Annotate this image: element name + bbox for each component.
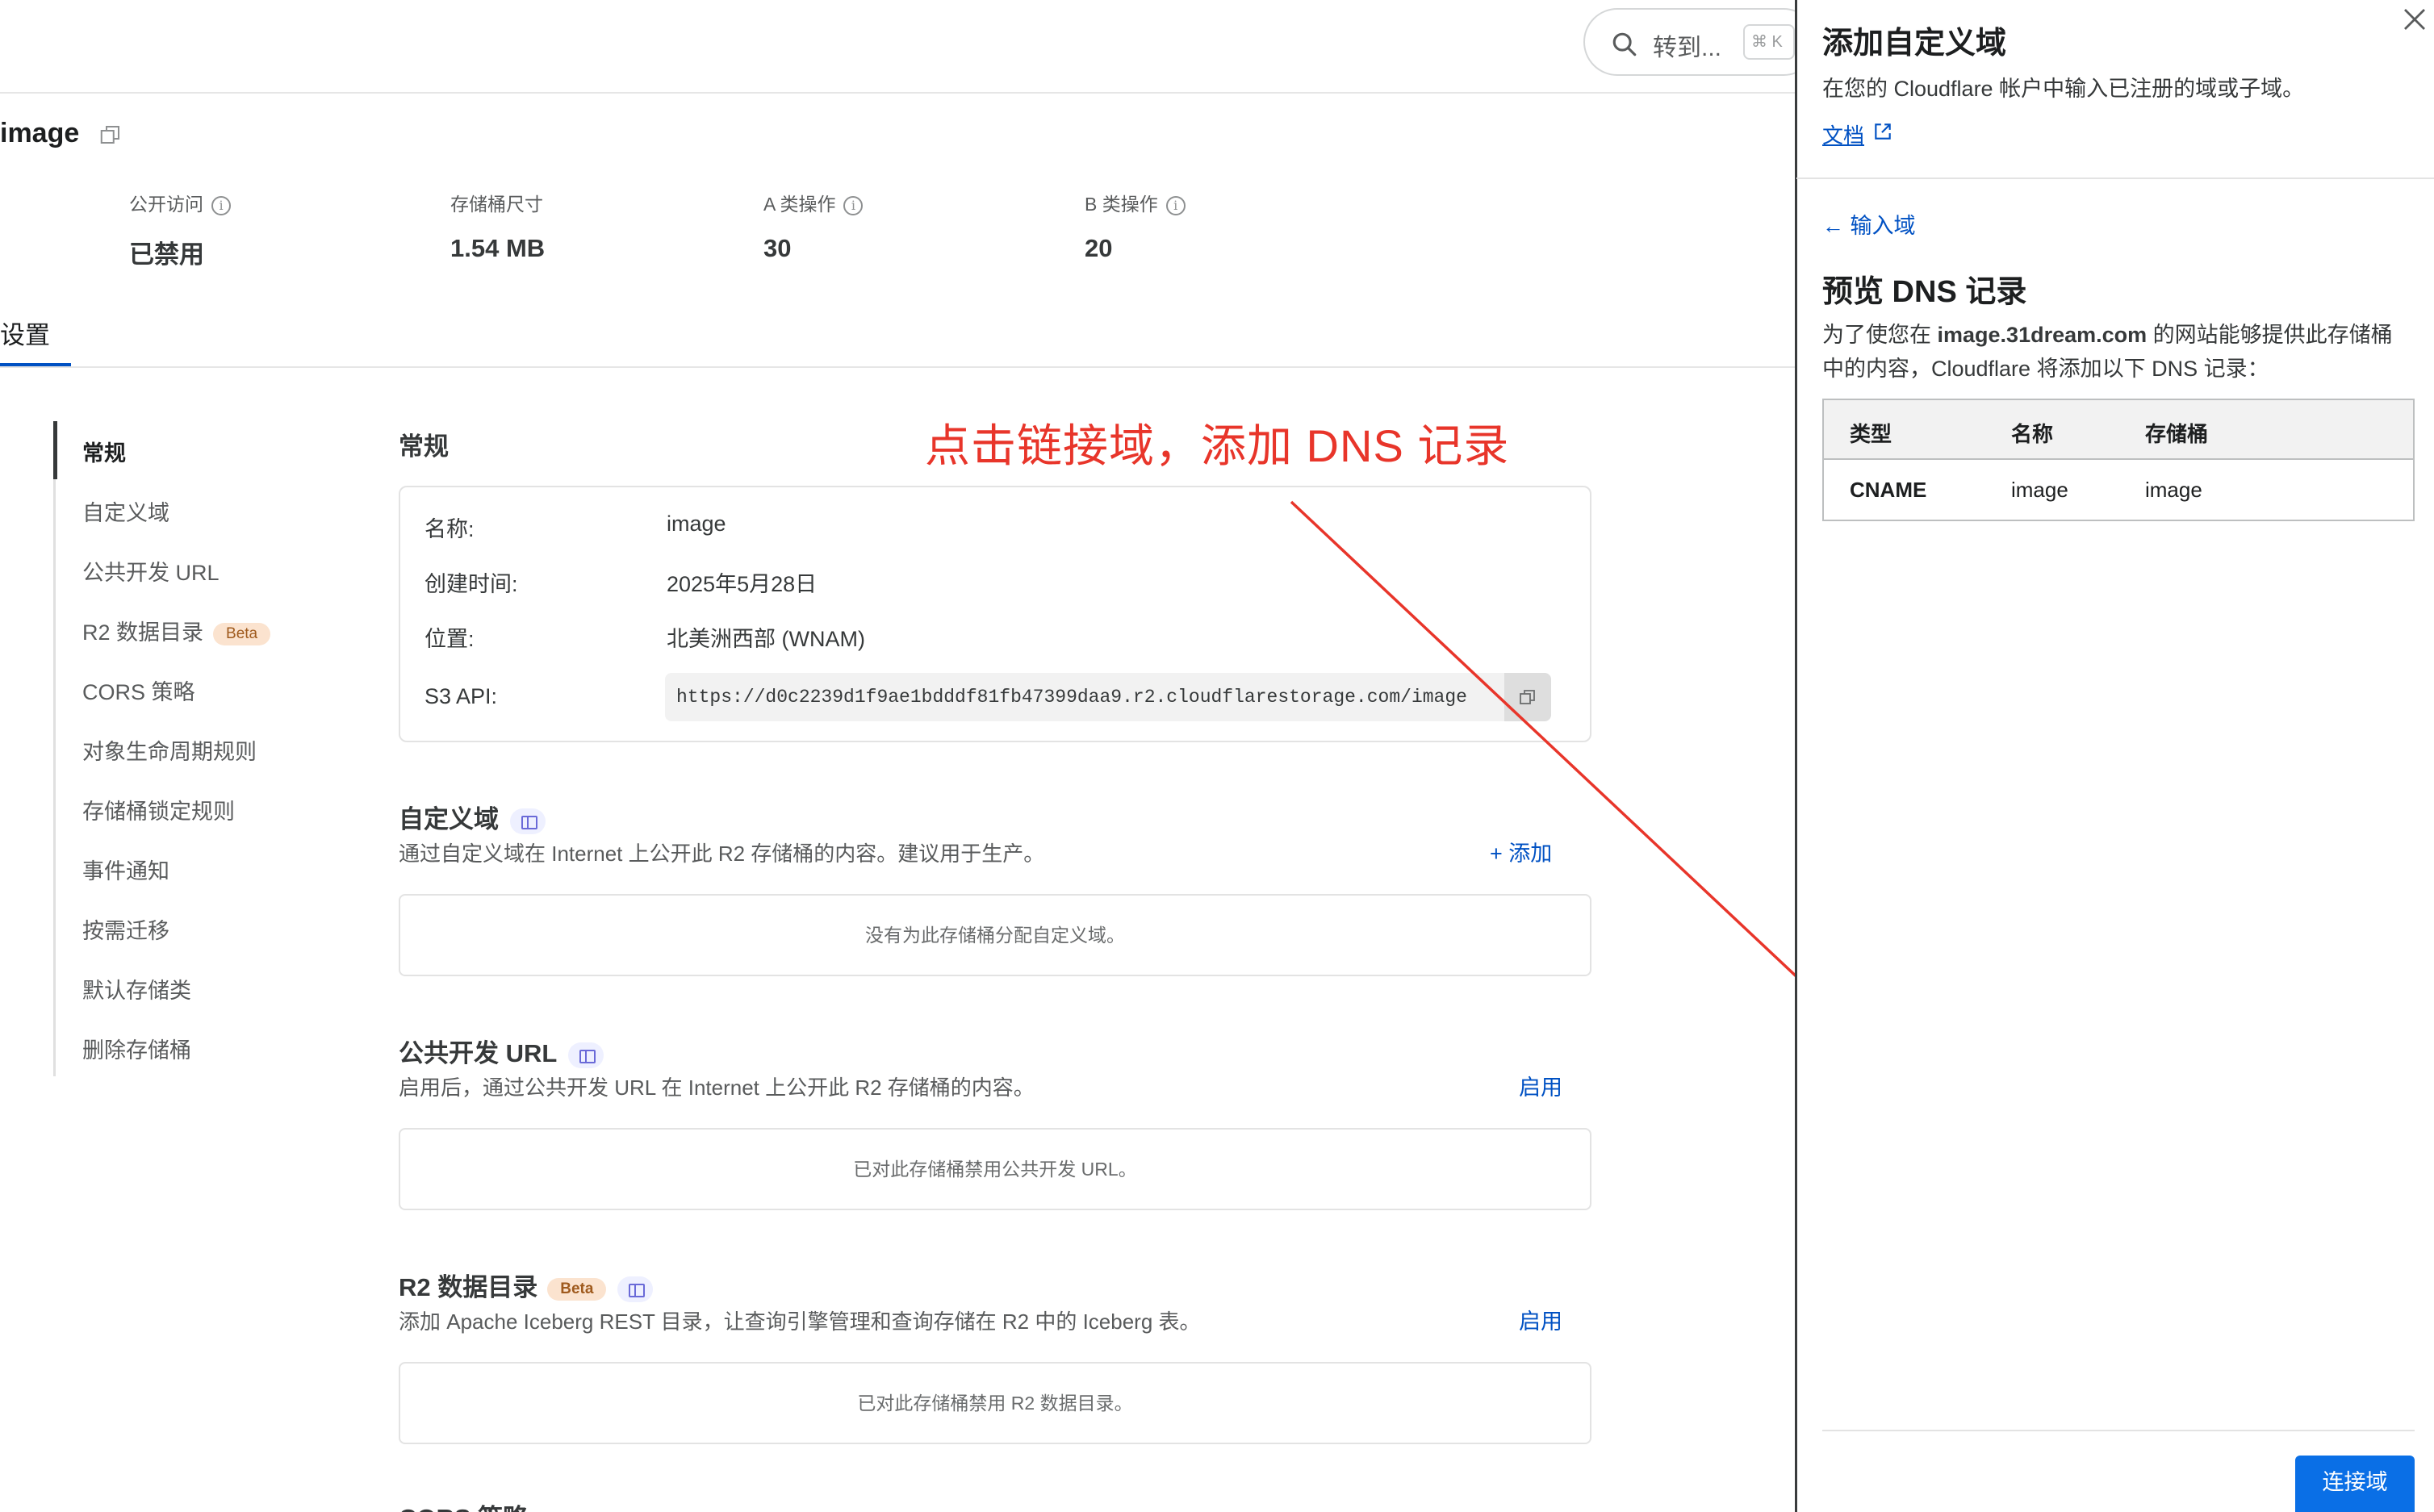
stat-label: 存储桶尺寸 [450, 194, 543, 215]
nav-rail [53, 421, 56, 1076]
tab-settings[interactable]: 设置 [0, 315, 50, 351]
s3-copy-button[interactable] [1504, 673, 1551, 721]
panel-title: 添加自定义域 [1822, 27, 2007, 61]
panel-footer-divider [1822, 1430, 2415, 1431]
nav-item-lifecycle[interactable]: 对象生命周期规则 [82, 734, 257, 766]
cell-record-name: image [2011, 478, 2068, 502]
nav-item-migration[interactable]: 按需迁移 [82, 913, 169, 945]
stat-value: 30 [763, 234, 792, 262]
bucket-title: image [0, 118, 123, 149]
docs-link[interactable]: 文档 [1822, 119, 1864, 149]
docs-book-icon[interactable] [510, 808, 546, 834]
nav-item-public-url[interactable]: 公共开发 URL [82, 555, 220, 587]
field-value-location: 北美洲西部 (WNAM) [667, 627, 865, 651]
r2-catalog-desc: 添加 Apache Iceberg REST 目录，让查询引擎管理和查询存储在 … [399, 1309, 1201, 1334]
copy-icon [1520, 690, 1535, 704]
add-custom-domain-button[interactable]: + 添加 [1490, 836, 1552, 867]
search-icon [1612, 32, 1637, 56]
stat-label: 公开访问 i [129, 189, 231, 216]
field-value-created: 2025年5月28日 [667, 572, 818, 596]
preview-dns-title: 预览 DNS 记录 [1822, 275, 2027, 309]
r2-catalog-title: R2 数据目录 Beta [399, 1267, 654, 1303]
preview-dns-description: 为了使您在 image.31dream.com 的网站能够提供此存储桶中的内容，… [1822, 323, 2393, 381]
public-url-empty-state: 已对此存储桶禁用公共开发 URL。 [399, 1128, 1591, 1210]
info-icon[interactable]: i [1165, 195, 1186, 215]
public-url-desc: 启用后，通过公共开发 URL 在 Internet 上公开此 R2 存储桶的内容… [399, 1076, 1035, 1100]
nav-item-default-storage-class[interactable]: 默认存储类 [82, 973, 191, 1005]
stat-public-access: 公开访问 i 已禁用 [129, 189, 231, 270]
enable-public-url-button[interactable]: 启用 [1519, 1070, 1562, 1101]
field-label-name: 名称: [424, 517, 475, 541]
stat-value: 20 [1085, 234, 1113, 262]
dns-records-table: 类型 名称 存储桶 CNAME image image [1822, 399, 2415, 521]
close-icon[interactable] [2400, 5, 2429, 34]
stat-class-b-ops: B 类操作 i 20 [1085, 189, 1186, 263]
stat-class-a-ops: A 类操作 i 30 [763, 189, 864, 263]
table-header [1824, 400, 2413, 460]
nav-item-r2-catalog[interactable]: R2 数据目录 Beta [82, 615, 271, 646]
back-to-enter-domain-link[interactable]: ← 输入域 [1822, 208, 1916, 240]
header-divider [0, 92, 1795, 94]
nav-item-custom-domain[interactable]: 自定义域 [82, 495, 169, 527]
cors-title: CORS 策略 [399, 1497, 528, 1512]
custom-domain-title: 自定义域 [399, 799, 546, 835]
beta-badge: Beta [213, 622, 271, 645]
search-box[interactable]: 转到... ⌘ K [1583, 8, 1817, 76]
column-header-bucket: 存储桶 [2145, 422, 2209, 446]
cell-record-type: CNAME [1850, 478, 1927, 502]
custom-domain-empty-state: 没有为此存储桶分配自定义域。 [399, 894, 1591, 976]
external-link-icon[interactable] [1872, 121, 1893, 142]
nav-item-delete-bucket[interactable]: 删除存储桶 [82, 1033, 191, 1064]
info-icon[interactable]: i [843, 195, 864, 215]
nav-active-indicator [53, 421, 57, 479]
tabs-divider [0, 366, 1795, 368]
stat-value: 已禁用 [129, 240, 204, 269]
info-icon[interactable]: i [211, 195, 231, 215]
nav-item-lock-rules[interactable]: 存储桶锁定规则 [82, 794, 235, 825]
nav-item-event-notifications[interactable]: 事件通知 [82, 854, 169, 885]
nav-item-cors[interactable]: CORS 策略 [82, 675, 195, 706]
stat-label: B 类操作 i [1085, 189, 1186, 216]
r2-catalog-empty-state: 已对此存储桶禁用 R2 数据目录。 [399, 1362, 1591, 1444]
nav-item-general[interactable]: 常规 [82, 436, 126, 467]
field-label-location: 位置: [424, 627, 475, 651]
docs-book-icon[interactable] [568, 1042, 604, 1068]
domain-name: image.31dream.com [1937, 323, 2148, 347]
column-header-type: 类型 [1850, 422, 1892, 446]
custom-domain-desc: 通过自定义域在 Internet 上公开此 R2 存储桶的内容。建议用于生产。 [399, 842, 1045, 866]
nav-item-label: R2 数据目录 [82, 620, 204, 645]
stat-label: A 类操作 i [763, 189, 864, 216]
field-value-name: image [667, 512, 726, 536]
s3-api-url[interactable]: https://d0c2239d1f9ae1bdddf81fb47399daa9… [665, 673, 1551, 721]
bucket-title-text: image [0, 118, 80, 148]
public-url-title: 公共开发 URL [399, 1033, 604, 1069]
panel-subtitle: 在您的 Cloudflare 帐户中输入已注册的域或子域。 [1822, 77, 2305, 101]
beta-badge: Beta [547, 1277, 607, 1301]
stat-value: 1.54 MB [450, 234, 546, 262]
stat-bucket-size: 存储桶尺寸 1.54 MB [450, 189, 545, 263]
annotation-text: 点击链接域，添加 DNS 记录 [925, 420, 1510, 471]
enable-r2-catalog-button[interactable]: 启用 [1519, 1304, 1562, 1335]
search-placeholder: 转到... [1653, 35, 1722, 61]
general-section-title: 常规 [399, 432, 449, 461]
copy-icon[interactable] [98, 123, 123, 147]
search-shortcut: ⌘ K [1743, 24, 1795, 60]
field-label-created: 创建时间: [424, 572, 518, 596]
panel-divider [1796, 178, 2434, 179]
field-label-s3-api: S3 API: [424, 684, 498, 708]
connect-domain-button[interactable]: 连接域 [2295, 1456, 2415, 1512]
cell-record-bucket: image [2145, 478, 2202, 502]
docs-book-icon[interactable] [617, 1276, 654, 1302]
column-header-name: 名称 [2011, 422, 2054, 446]
